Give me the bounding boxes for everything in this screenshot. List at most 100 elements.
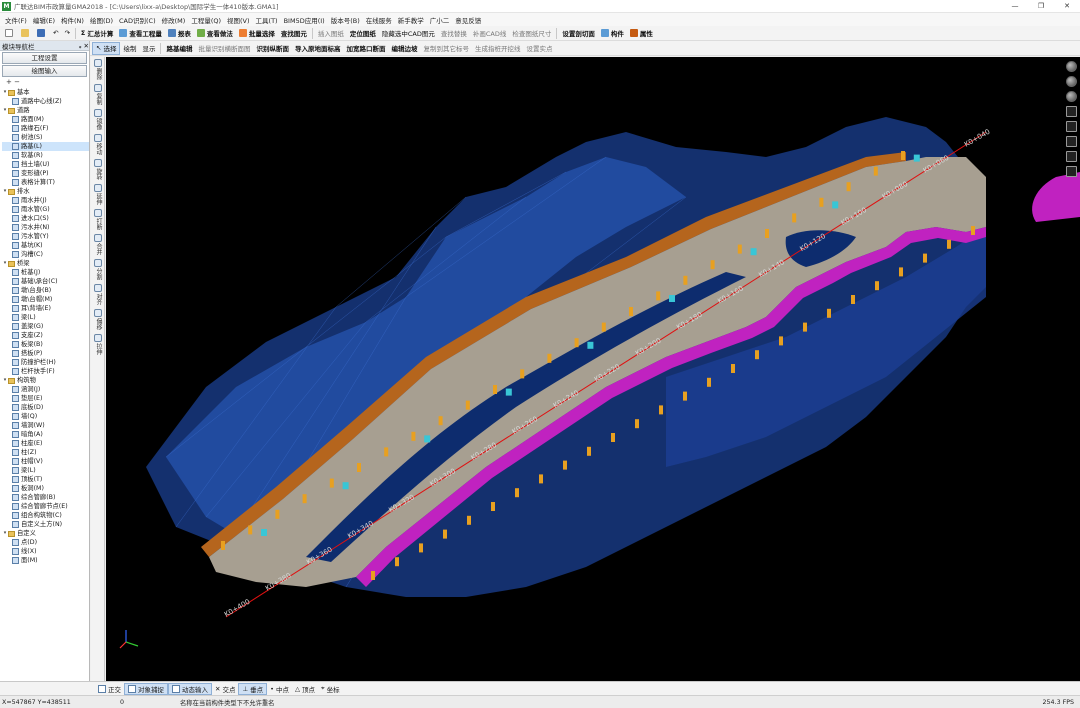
report-button[interactable]: 报表	[165, 27, 194, 40]
vtool-button[interactable]: 对齐	[91, 282, 105, 307]
menu-bim5d[interactable]: BIM5D应用(I)	[281, 15, 328, 25]
tree-item[interactable]: 自定义土方(N)	[2, 520, 89, 529]
dynamic-input-toggle[interactable]: 动态输入	[168, 682, 212, 695]
vtool-button[interactable]: 复制	[91, 82, 105, 107]
tree-item[interactable]: 搭板(P)	[2, 349, 89, 358]
drawing-input-button[interactable]: 绘图输入	[2, 65, 87, 77]
undo-button[interactable]: ↶	[50, 27, 61, 40]
insert-drawing-button[interactable]: 插入图纸	[315, 27, 347, 40]
hide-cad-button[interactable]: 隐藏选中CAD图元	[379, 27, 438, 40]
tree-item[interactable]: 垫层(E)	[2, 394, 89, 403]
tree-item[interactable]: 点(D)	[2, 538, 89, 547]
project-settings-button[interactable]: 工程设置	[2, 52, 87, 64]
tree-item[interactable]: 墩\台身(B)	[2, 286, 89, 295]
tree-item[interactable]: 进水口(S)	[2, 214, 89, 223]
tree-item[interactable]: 综合管廊(B)	[2, 493, 89, 502]
tree-item[interactable]: 板梁(B)	[2, 340, 89, 349]
tree-item[interactable]: 顶板(T)	[2, 475, 89, 484]
generate-stake-button[interactable]: 生成指桩开挖线	[472, 42, 524, 55]
locate-drawing-button[interactable]: 定位图纸	[347, 27, 379, 40]
display-button[interactable]: 显示	[139, 42, 158, 55]
tree-item[interactable]: 路缘石(F)	[2, 124, 89, 133]
vtool-button[interactable]: 旋转	[91, 157, 105, 182]
intersection-snap[interactable]: ✕ 交点	[212, 683, 238, 695]
zoom-window-icon[interactable]	[1066, 121, 1077, 132]
tree-folder[interactable]: ▾ 构筑物	[2, 376, 89, 385]
tree-item[interactable]: 耳\背墙(E)	[2, 304, 89, 313]
menu-quantity[interactable]: 工程量(Q)	[188, 15, 224, 25]
tree-item[interactable]: 雨水管(G)	[2, 205, 89, 214]
tree-item[interactable]: 柱(Z)	[2, 448, 89, 457]
edit-edge-button[interactable]: 编辑边坡	[388, 42, 420, 55]
tree-item[interactable]: 底板(D)	[2, 403, 89, 412]
menu-cad[interactable]: CAD识别(C)	[116, 15, 159, 25]
open-file-button[interactable]	[18, 27, 34, 40]
tree-item[interactable]: 涵洞(J)	[2, 385, 89, 394]
tree-item[interactable]: 柱帽(V)	[2, 457, 89, 466]
vtool-button[interactable]: 镜像	[91, 107, 105, 132]
vtool-button[interactable]: 合并	[91, 232, 105, 257]
object-snap-toggle[interactable]: 对象捕捉	[124, 682, 168, 695]
check-quantity-button[interactable]: 查看工程量	[116, 27, 165, 40]
restore-button[interactable]: ❐	[1028, 0, 1054, 13]
menu-file[interactable]: 文件(F)	[2, 15, 30, 25]
fill-cad-button[interactable]: 补画CAD线	[470, 27, 510, 40]
tree-folder[interactable]: ▾ 自定义	[2, 529, 89, 538]
vtool-button[interactable]: 延伸	[91, 182, 105, 207]
save-button[interactable]	[34, 27, 50, 40]
tree-item[interactable]: 墩\台帽(M)	[2, 295, 89, 304]
tree-item[interactable]: 树池(S)	[2, 133, 89, 142]
draw-button[interactable]: 绘制	[120, 42, 139, 55]
add-intersection-button[interactable]: 加宽路口断面	[343, 42, 388, 55]
menu-assistant[interactable]: 广小二	[427, 15, 453, 25]
tree-item[interactable]: 路面(M)	[2, 115, 89, 124]
zoom-icon[interactable]	[1066, 151, 1077, 162]
property-button[interactable]: 属性	[627, 27, 656, 40]
find-element-button[interactable]: 查找图元	[278, 27, 310, 40]
find-replace-button[interactable]: 查找替换	[438, 27, 470, 40]
tree-folder[interactable]: ▾ 道路	[2, 106, 89, 115]
tree-item[interactable]: 路基(L)	[2, 142, 89, 151]
vtool-button[interactable]: 移动	[91, 132, 105, 157]
summary-calc-button[interactable]: Σ 汇总计算	[78, 27, 116, 40]
midpoint-snap[interactable]: • 中点	[267, 683, 292, 695]
3d-viewport[interactable]: K0+040 K0+060 K0+080 K0+100 K0+120 K0+140 K0+1…	[106, 57, 1080, 681]
menu-tutorial[interactable]: 新手教学	[395, 15, 427, 25]
tree-item[interactable]: 柱座(E)	[2, 439, 89, 448]
tree-item[interactable]: 变形缝(P)	[2, 169, 89, 178]
rotate-view-icon[interactable]	[1066, 136, 1077, 147]
new-file-button[interactable]	[2, 27, 18, 40]
vtool-button[interactable]: 拉伸	[91, 332, 105, 357]
menu-modify[interactable]: 修改(M)	[159, 15, 189, 25]
vtool-button[interactable]: 删除	[91, 57, 105, 82]
fit-view-icon[interactable]	[1066, 166, 1077, 177]
tree-folder[interactable]: ▾ 基本	[2, 88, 89, 97]
tree-item[interactable]: 污水管(Y)	[2, 232, 89, 241]
minus-icon[interactable]: −	[14, 78, 20, 86]
check-size-button[interactable]: 检查图纸尺寸	[509, 27, 554, 40]
tree-item[interactable]: 雨水井(J)	[2, 196, 89, 205]
tree-item[interactable]: 墙(Q)	[2, 412, 89, 421]
move-icon[interactable]	[1066, 106, 1077, 117]
tree-item[interactable]: 沟槽(C)	[2, 250, 89, 259]
menu-feedback[interactable]: 意见反馈	[452, 15, 484, 25]
menu-view[interactable]: 视图(V)	[224, 15, 253, 25]
set-cut-button[interactable]: 设置剖切面	[559, 27, 598, 40]
identify-cross-button[interactable]: 识别纵断面	[253, 42, 292, 55]
tree-item[interactable]: 支座(Z)	[2, 331, 89, 340]
tree-item[interactable]: 组合构筑物(C)	[2, 511, 89, 520]
menu-edit[interactable]: 编辑(E)	[30, 15, 58, 25]
tree-item[interactable]: 板洞(M)	[2, 484, 89, 493]
add-icon[interactable]: +	[6, 78, 12, 86]
tree-item[interactable]: 暗角(A)	[2, 430, 89, 439]
batch-generate-button[interactable]: 批量识别横断面图	[195, 42, 253, 55]
tree-item[interactable]: 软基(R)	[2, 151, 89, 160]
menu-element[interactable]: 构件(N)	[58, 15, 87, 25]
perpendicular-snap[interactable]: ⊥ 垂点	[238, 682, 268, 695]
tree-item[interactable]: 基坑(K)	[2, 241, 89, 250]
copy-other-button[interactable]: 复制到其它标号	[420, 42, 472, 55]
tree-item[interactable]: 栏杆扶手(F)	[2, 367, 89, 376]
menu-online-service[interactable]: 在线服务	[363, 15, 395, 25]
tree-item[interactable]: 梁(L)	[2, 466, 89, 475]
tree-item[interactable]: 挡土墙(U)	[2, 160, 89, 169]
